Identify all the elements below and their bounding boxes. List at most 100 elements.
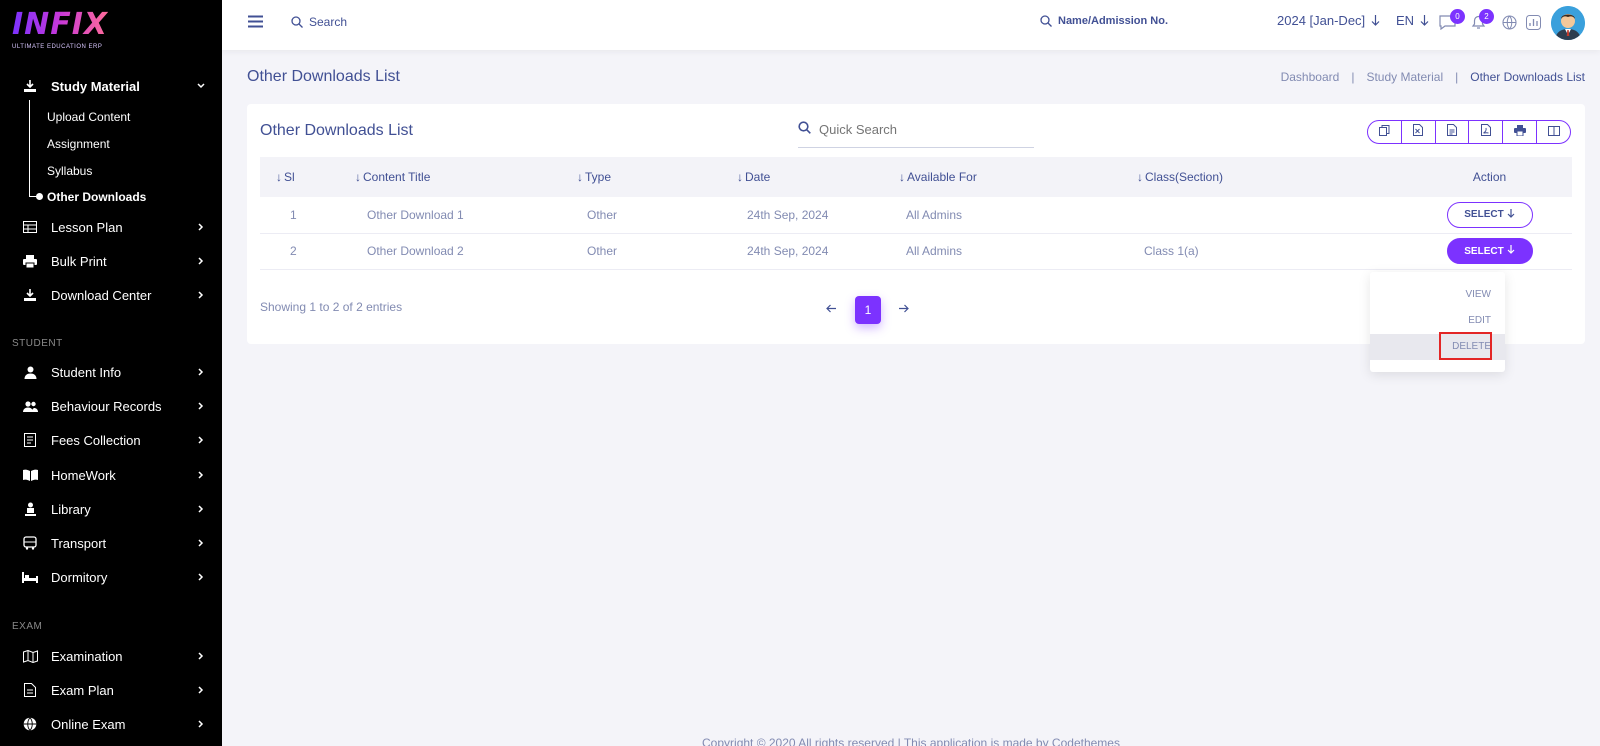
hamburger-menu-icon[interactable] [248,15,263,28]
language-select[interactable]: EN [1396,13,1429,28]
copy-button[interactable] [1368,121,1402,143]
excel-button[interactable] [1402,121,1436,143]
quick-search-input[interactable] [819,122,1019,137]
sidebar-item-label: Student Info [51,364,122,380]
users-icon [22,398,38,414]
logo-text: INFIX [12,7,109,42]
submenu-line [29,100,30,197]
sidebar-item-student-info[interactable]: Student Info [0,357,222,387]
sort-arrow-icon: ↓ [276,170,282,184]
cell-content-title: Other Download 1 [367,207,464,222]
chevron-right-icon [196,288,206,303]
table-row: 1 Other Download 1 Other 24th Sep, 2024 … [260,197,1572,233]
search-icon [291,16,303,28]
chevron-right-icon [196,254,206,269]
dropdown-item-view[interactable]: VIEW [1370,282,1505,308]
sidebar-subitem-assignment[interactable]: Assignment [47,137,110,151]
sidebar-item-library[interactable]: Library [0,494,222,524]
page-number-current[interactable]: 1 [855,296,881,324]
cell-action: SELECT [1407,197,1572,233]
sidebar-item-study-material[interactable]: Study Material [0,71,222,101]
select-action-button[interactable]: SELECT [1446,238,1533,264]
session-select[interactable]: 2024 [Jan-Dec] [1277,13,1380,28]
sidebar-item-label: Study Material [51,78,140,94]
chat-count-badge: 0 [1450,9,1465,24]
document-icon [22,682,38,698]
avatar[interactable] [1551,6,1585,40]
column-header-date[interactable]: ↓ Date [737,157,899,197]
sidebar-subitem-other-downloads[interactable]: Other Downloads [47,190,146,204]
printer-icon [22,253,38,269]
sidebar: INFIX ULTIMATE EDUCATION ERP Study Mater… [0,0,222,746]
column-header-type[interactable]: ↓ Type [577,157,737,197]
admission-search[interactable]: Name/Admission No. [1040,15,1168,27]
sidebar-item-label: Transport [51,535,107,551]
table-icon [22,219,38,235]
delete-highlight-box [1439,332,1492,360]
search-icon [1040,15,1052,27]
column-visibility-button[interactable] [1537,121,1570,143]
chevron-right-icon [196,570,206,585]
map-icon [22,648,38,664]
sidebar-item-online-exam[interactable]: Online Exam [0,709,222,739]
section-label-student: STUDENT [12,338,63,349]
export-buttons [1367,120,1571,144]
sidebar-item-lesson-plan[interactable]: Lesson Plan [0,212,222,242]
column-header-content-title[interactable]: ↓ Content Title [355,157,577,197]
session-label: 2024 [Jan-Dec] [1277,13,1366,28]
sidebar-item-examination[interactable]: Examination [0,641,222,671]
sidebar-item-download-center[interactable]: Download Center [0,280,222,310]
quick-search [798,112,1034,148]
search-trigger[interactable]: Search [291,15,347,29]
print-button[interactable] [1503,121,1538,143]
sort-arrow-icon: ↓ [737,170,743,184]
pdf-button[interactable] [1469,121,1504,143]
chart-icon[interactable] [1526,15,1541,30]
arrow-down-icon [1507,245,1515,257]
sidebar-subitem-syllabus[interactable]: Syllabus [47,164,92,178]
sidebar-item-label: Online Exam [51,716,126,732]
next-page-button[interactable] [898,300,909,316]
sidebar-item-behaviour-records[interactable]: Behaviour Records [0,391,222,421]
globe-icon[interactable] [1502,15,1517,30]
bus-icon [22,535,38,551]
sidebar-subitem-upload-content[interactable]: Upload Content [47,110,130,124]
cell-sl: 1 [290,207,297,222]
excel-file-icon [1413,123,1424,141]
table-row: 2 Other Download 2 Other 24th Sep, 2024 … [260,233,1572,269]
pdf-file-icon [1480,123,1491,141]
select-action-button[interactable]: SELECT [1446,201,1533,228]
bed-icon [22,569,38,585]
chevron-right-icon [196,399,206,414]
column-header-sl[interactable]: ↓ Sl [260,157,355,197]
sidebar-item-dormitory[interactable]: Dormitory [0,562,222,592]
table-header-row: ↓ Sl ↓ Content Title ↓ Type ↓ Date ↓ Availabl… [260,157,1572,197]
entries-info: Showing 1 to 2 of 2 entries [260,300,403,314]
previous-page-button[interactable] [826,300,837,316]
breadcrumb-dashboard[interactable]: Dashboard [1281,70,1340,84]
sidebar-item-label: Behaviour Records [51,398,162,414]
sidebar-item-label: Library [51,501,91,517]
logo[interactable]: INFIX ULTIMATE EDUCATION ERP [12,7,109,51]
dropdown-item-edit[interactable]: EDIT [1370,308,1505,334]
book-icon [22,467,38,483]
sidebar-item-bulk-print[interactable]: Bulk Print [0,246,222,276]
column-header-available-for[interactable]: ↓ Available For [899,157,1137,197]
cell-class-section [1137,197,1407,233]
sidebar-item-label: Download Center [51,287,152,303]
sidebar-item-transport[interactable]: Transport [0,528,222,558]
sidebar-item-label: Dormitory [51,569,108,585]
column-header-class-section[interactable]: ↓ Class(Section) [1137,157,1407,197]
chevron-right-icon [196,683,206,698]
sidebar-item-homework[interactable]: HomeWork [0,460,222,490]
csv-button[interactable] [1436,121,1470,143]
chevron-right-icon [196,536,206,551]
breadcrumb-separator: | [1455,70,1459,84]
arrow-down-icon [1371,15,1380,26]
admission-search-label: Name/Admission No. [1058,15,1169,27]
sidebar-item-fees-collection[interactable]: Fees Collection [0,425,222,455]
breadcrumb-study-material[interactable]: Study Material [1366,70,1443,84]
notification-count-badge: 2 [1479,9,1494,24]
chevron-right-icon [196,220,206,235]
sidebar-item-exam-plan[interactable]: Exam Plan [0,675,222,705]
